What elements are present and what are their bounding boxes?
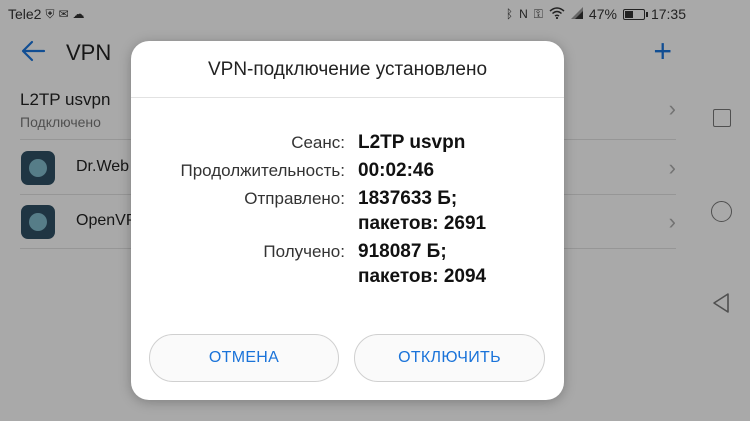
cancel-button[interactable]: ОТМЕНА (149, 334, 339, 382)
received-label: Получено: (263, 242, 345, 261)
received-bytes: 918087 Б; (358, 241, 447, 262)
vpn-connection-dialog: VPN-подключение установлено Сеанс: L2TP … (131, 41, 564, 400)
session-value: L2TP usvpn (358, 132, 466, 153)
sent-label: Отправлено: (244, 189, 345, 208)
dialog-divider (131, 97, 564, 98)
duration-label: Продолжительность: (180, 161, 345, 180)
dialog-title: VPN-подключение установлено (207, 59, 488, 80)
duration-value: 00:02:46 (358, 160, 435, 181)
disconnect-button[interactable]: ОТКЛЮЧИТЬ (354, 334, 545, 382)
received-packets: пакетов: 2094 (358, 266, 487, 287)
sent-bytes: 1837633 Б; (358, 188, 458, 209)
session-label: Сеанс: (291, 133, 345, 152)
sent-packets: пакетов: 2691 (358, 213, 487, 234)
